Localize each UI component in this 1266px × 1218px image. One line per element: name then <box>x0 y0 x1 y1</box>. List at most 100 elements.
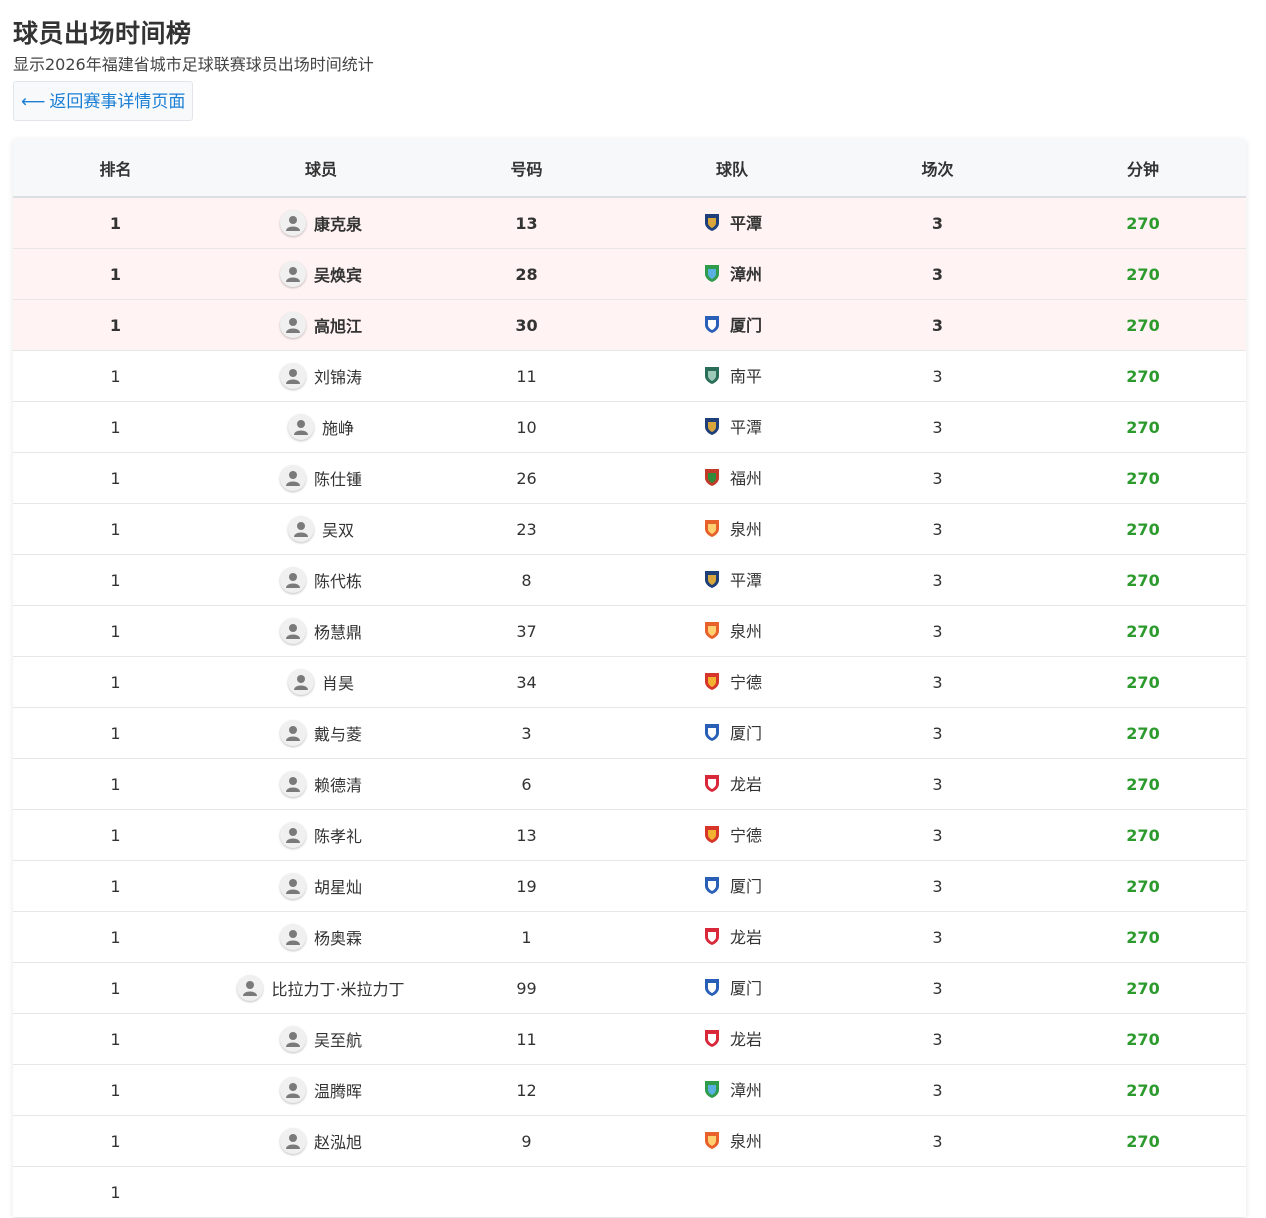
player-link[interactable]: 刘锦涛 <box>279 363 362 389</box>
team-name: 泉州 <box>729 622 762 641</box>
team-link[interactable]: 厦门 <box>702 312 762 336</box>
player-cell: 吴焕宾 <box>218 248 424 300</box>
table-row[interactable]: 1 吴双 23 泉州 3 270 <box>13 503 1246 555</box>
team-cell: 龙岩 <box>629 911 835 963</box>
player-avatar-icon <box>287 414 314 440</box>
player-name: 戴与菱 <box>313 725 362 744</box>
team-link[interactable]: 龙岩 <box>702 924 762 948</box>
minutes-cell: 270 <box>1040 707 1246 759</box>
matches-cell: 3 <box>835 809 1040 861</box>
player-name: 施峥 <box>321 419 354 438</box>
player-avatar-icon <box>287 669 314 695</box>
table-row[interactable]: 1 戴与菱 3 厦门 3 270 <box>13 707 1246 759</box>
player-link[interactable]: 胡星灿 <box>279 873 362 899</box>
player-link[interactable]: 康克泉 <box>279 210 362 236</box>
table-row[interactable]: 1 吴焕宾 28 漳州 3 270 <box>13 248 1246 300</box>
table-row[interactable]: 1 胡星灿 19 厦门 3 270 <box>13 860 1246 912</box>
minutes-cell: 270 <box>1040 656 1246 708</box>
team-link[interactable]: 福州 <box>702 465 762 489</box>
team-link[interactable]: 泉州 <box>702 1128 762 1152</box>
player-link[interactable]: 赖德清 <box>279 771 362 797</box>
table-row[interactable]: 1 <box>13 1166 1246 1218</box>
team-link[interactable]: 南平 <box>702 363 762 387</box>
player-link[interactable]: 温腾晖 <box>279 1077 362 1103</box>
table-row[interactable]: 1 施峥 10 平潭 3 270 <box>13 401 1246 453</box>
player-link[interactable]: 陈孝礼 <box>279 822 362 848</box>
table-row[interactable]: 1 肖昊 34 宁德 3 270 <box>13 656 1246 708</box>
table-row[interactable]: 1 杨慧鼎 37 泉州 3 270 <box>13 605 1246 657</box>
table-row[interactable]: 1 刘锦涛 11 南平 3 270 <box>13 350 1246 402</box>
team-link[interactable]: 泉州 <box>702 516 762 540</box>
team-link[interactable]: 厦门 <box>702 975 762 999</box>
team-link[interactable]: 漳州 <box>702 261 762 285</box>
player-cell: 陈孝礼 <box>218 809 424 861</box>
header-player[interactable]: 球员 <box>218 139 424 198</box>
team-link[interactable]: 平潭 <box>702 414 762 438</box>
team-link[interactable]: 平潭 <box>702 567 762 591</box>
table-row[interactable]: 1 康克泉 13 平潭 3 270 <box>13 197 1246 249</box>
player-link[interactable]: 肖昊 <box>287 669 354 695</box>
rank-cell: 1 <box>13 809 218 861</box>
team-name: 福州 <box>729 469 762 488</box>
team-link[interactable]: 宁德 <box>702 669 762 693</box>
team-cell <box>629 1166 835 1218</box>
team-link[interactable]: 宁德 <box>702 822 762 846</box>
player-link[interactable]: 比拉力丁·米拉力丁 <box>237 975 405 1001</box>
table-row[interactable]: 1 赖德清 6 龙岩 3 270 <box>13 758 1246 810</box>
table-row[interactable]: 1 杨奥霖 1 龙岩 3 270 <box>13 911 1246 963</box>
player-name: 刘锦涛 <box>313 368 362 387</box>
player-cell: 康克泉 <box>218 197 424 249</box>
team-link[interactable]: 泉州 <box>702 618 762 642</box>
player-link[interactable]: 陈仕锺 <box>279 465 362 491</box>
team-link[interactable]: 厦门 <box>702 720 762 744</box>
table-row[interactable]: 1 温腾晖 12 漳州 3 270 <box>13 1064 1246 1116</box>
team-cell: 龙岩 <box>629 1013 835 1065</box>
player-link[interactable]: 戴与菱 <box>279 720 362 746</box>
team-name: 平潭 <box>729 571 762 590</box>
player-link[interactable]: 施峥 <box>287 414 354 440</box>
table-row[interactable]: 1 陈孝礼 13 宁德 3 270 <box>13 809 1246 861</box>
table-row[interactable]: 1 陈代栋 8 平潭 3 270 <box>13 554 1246 606</box>
table-row[interactable]: 1 陈仕锺 26 福州 3 270 <box>13 452 1246 504</box>
player-link[interactable]: 吴焕宾 <box>279 261 362 287</box>
header-matches[interactable]: 场次 <box>835 139 1040 198</box>
player-avatar-icon <box>279 1026 306 1052</box>
header-minutes[interactable]: 分钟 <box>1040 139 1246 198</box>
team-link[interactable]: 龙岩 <box>702 771 762 795</box>
team-cell: 南平 <box>629 350 835 402</box>
table-row[interactable]: 1 赵泓旭 9 泉州 3 270 <box>13 1115 1246 1167</box>
player-link[interactable]: 陈代栋 <box>279 567 362 593</box>
matches-cell: 3 <box>835 962 1040 1014</box>
player-link[interactable]: 吴至航 <box>279 1026 362 1052</box>
table-row[interactable]: 1 吴至航 11 龙岩 3 270 <box>13 1013 1246 1065</box>
team-logo-icon <box>702 1079 722 1099</box>
team-link[interactable]: 龙岩 <box>702 1026 762 1050</box>
rank-cell: 1 <box>13 758 218 810</box>
player-avatar-icon <box>279 822 306 848</box>
player-link[interactable]: 赵泓旭 <box>279 1128 362 1154</box>
header-team[interactable]: 球队 <box>629 139 835 198</box>
table-row[interactable]: 1 高旭江 30 厦门 3 270 <box>13 299 1246 351</box>
player-link[interactable]: 高旭江 <box>279 312 362 338</box>
playing-time-table-card: 排名 球员 号码 球队 场次 分钟 1 康克泉 13 平潭 3 270 1 吴焕宾 28 漳州 3 2… <box>13 139 1246 1218</box>
number-cell: 11 <box>424 350 629 402</box>
team-cell: 厦门 <box>629 299 835 351</box>
player-link[interactable]: 杨慧鼎 <box>279 618 362 644</box>
team-link[interactable]: 厦门 <box>702 873 762 897</box>
team-link[interactable]: 平潭 <box>702 210 762 234</box>
matches-cell: 3 <box>835 656 1040 708</box>
minutes-cell: 270 <box>1040 401 1246 453</box>
team-logo-icon <box>702 263 722 283</box>
player-link[interactable]: 杨奥霖 <box>279 924 362 950</box>
team-link[interactable]: 漳州 <box>702 1077 762 1101</box>
header-number[interactable]: 号码 <box>424 139 629 198</box>
back-to-match-details-button[interactable]: ⟵ 返回赛事详情页面 <box>13 81 194 121</box>
table-row[interactable]: 1 比拉力丁·米拉力丁 99 厦门 3 270 <box>13 962 1246 1014</box>
team-logo-icon <box>702 314 722 334</box>
player-link[interactable]: 吴双 <box>287 516 354 542</box>
header-rank[interactable]: 排名 <box>13 139 218 198</box>
team-name: 厦门 <box>729 316 762 335</box>
player-name: 吴双 <box>321 521 354 540</box>
page-subtitle: 显示2026年福建省城市足球联赛球员出场时间统计 <box>13 55 374 74</box>
team-name: 漳州 <box>729 265 762 284</box>
